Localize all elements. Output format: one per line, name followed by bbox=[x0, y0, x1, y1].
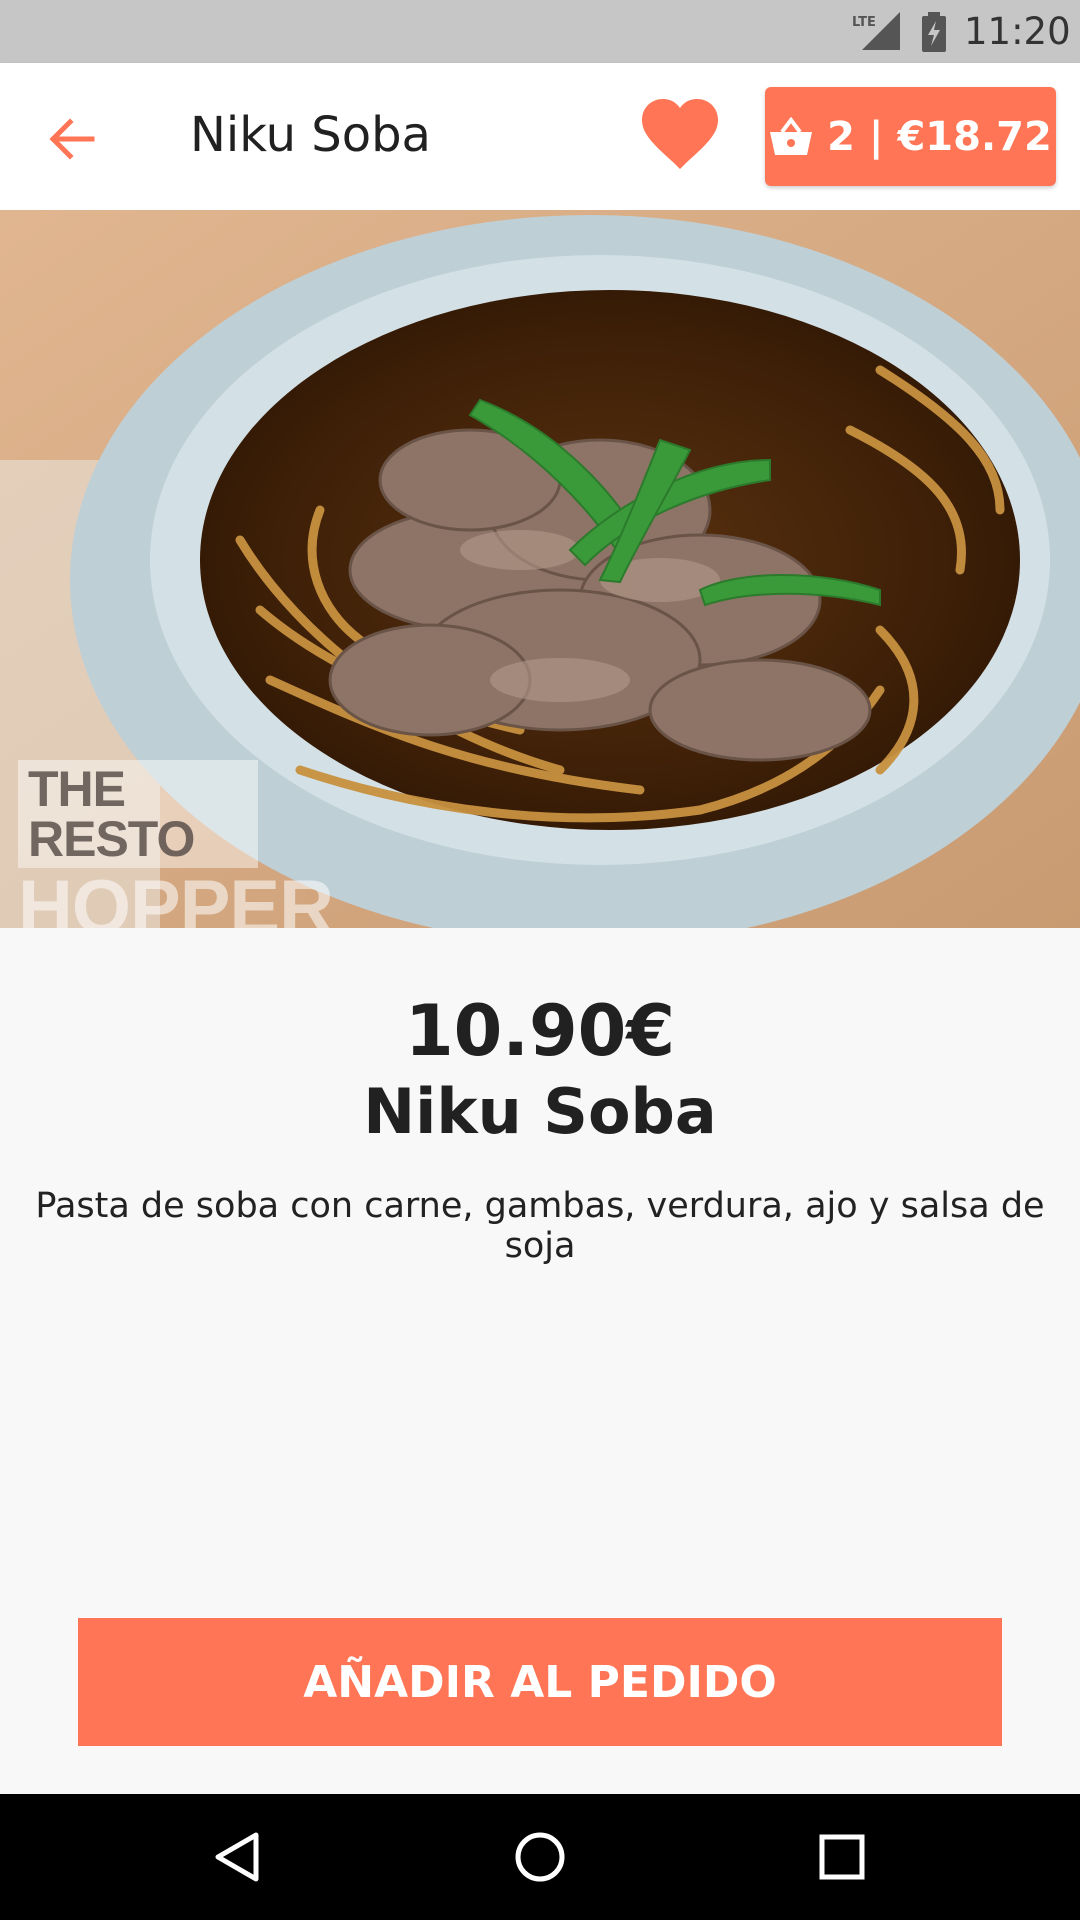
app-bar: Niku Soba 2 | €18.72 bbox=[0, 63, 1080, 210]
home-circle-icon[interactable] bbox=[510, 1827, 570, 1887]
watermark-line1: THE RESTO bbox=[18, 760, 258, 868]
cart-button[interactable]: 2 | €18.72 bbox=[765, 87, 1056, 186]
product-description: Pasta de soba con carne, gambas, verdura… bbox=[35, 1186, 1045, 1266]
heart-icon[interactable] bbox=[640, 97, 720, 177]
cart-summary: 2 | €18.72 bbox=[827, 113, 1052, 160]
product-name: Niku Soba bbox=[363, 1075, 717, 1148]
navigation-bar bbox=[0, 1794, 1080, 1920]
basket-icon bbox=[770, 116, 813, 155]
status-bar: LTE 11:20 bbox=[0, 0, 1080, 63]
product-image: THE RESTO HOPPER bbox=[0, 210, 1080, 928]
arrow-left-icon[interactable] bbox=[36, 103, 108, 175]
watermark-line2: HOPPER bbox=[18, 865, 334, 929]
page-title: Niku Soba bbox=[190, 107, 431, 163]
clock: 11:20 bbox=[964, 10, 1071, 53]
recents-square-icon[interactable] bbox=[812, 1827, 872, 1887]
back-triangle-icon[interactable] bbox=[208, 1827, 268, 1887]
svg-text:LTE: LTE bbox=[852, 15, 876, 30]
watermark: THE RESTO HOPPER bbox=[18, 760, 334, 929]
lte-signal-icon: LTE bbox=[852, 12, 900, 50]
battery-charging-icon bbox=[922, 12, 946, 52]
product-price: 10.90€ bbox=[404, 990, 676, 1072]
add-to-order-button[interactable]: AÑADIR AL PEDIDO bbox=[78, 1618, 1002, 1746]
